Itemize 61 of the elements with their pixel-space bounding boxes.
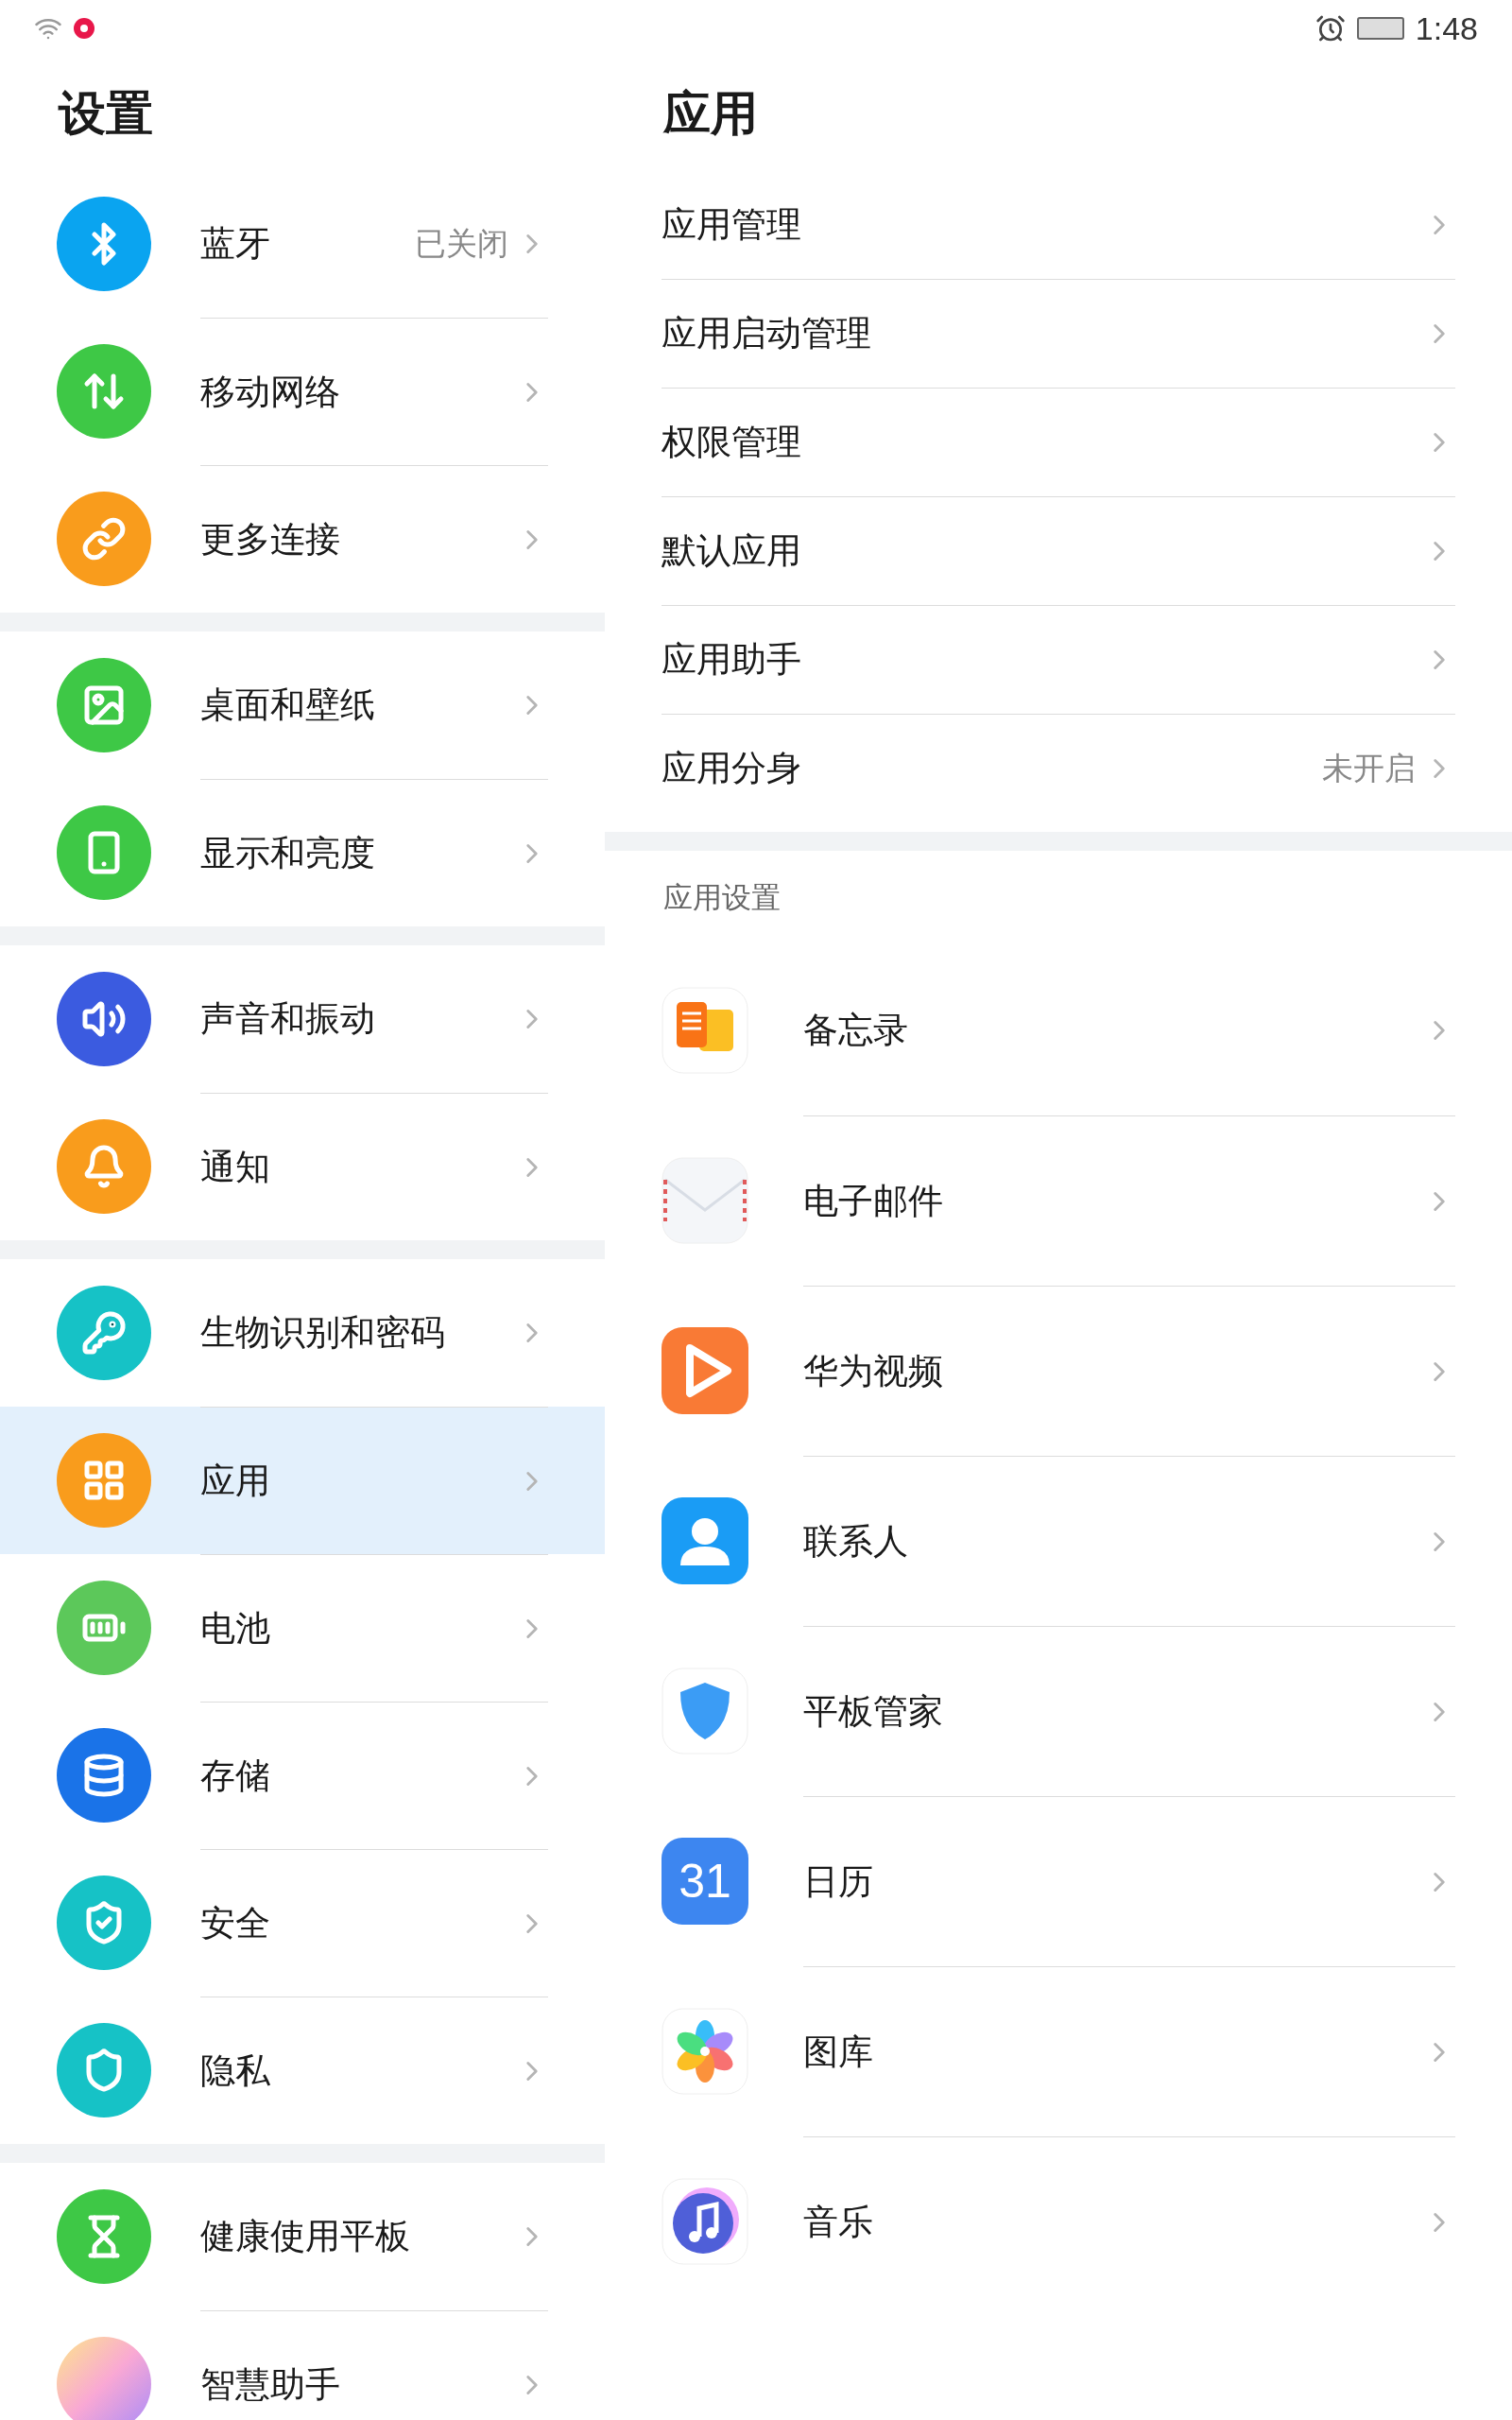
item-label: 显示和亮度 bbox=[200, 832, 376, 874]
item-label: 智慧助手 bbox=[200, 2363, 341, 2406]
app-label: 电子邮件 bbox=[803, 1180, 944, 1222]
item-label: 声音和振动 bbox=[200, 998, 376, 1041]
menu-row[interactable]: 应用助手 bbox=[662, 605, 1455, 714]
row-label: 应用启动管理 bbox=[662, 313, 872, 355]
alarm-icon bbox=[1314, 13, 1346, 43]
item-label: 蓝牙 bbox=[200, 223, 271, 266]
app-row[interactable]: 图库 bbox=[662, 1966, 1455, 2136]
row-label: 默认应用 bbox=[662, 530, 802, 573]
app-label: 华为视频 bbox=[803, 1350, 944, 1392]
item-label: 健康使用平板 bbox=[200, 2216, 411, 2258]
item-label: 隐私 bbox=[200, 2049, 271, 2092]
item-label: 应用 bbox=[200, 1460, 271, 1502]
menu-row[interactable]: 应用管理 bbox=[662, 170, 1455, 279]
app-row[interactable]: 华为视频 bbox=[662, 1286, 1455, 1456]
section-label: 应用设置 bbox=[663, 879, 781, 916]
item-label: 移动网络 bbox=[200, 371, 341, 413]
item-label: 存储 bbox=[200, 1754, 271, 1797]
person-icon bbox=[662, 1497, 748, 1584]
row-label: 权限管理 bbox=[662, 422, 802, 464]
notes-icon bbox=[662, 987, 748, 1074]
row-label: 应用助手 bbox=[662, 639, 802, 682]
item-label: 更多连接 bbox=[200, 518, 341, 561]
menu-row[interactable]: 权限管理 bbox=[662, 388, 1455, 496]
app-row[interactable]: 音乐 bbox=[662, 2136, 1455, 2307]
app-label: 平板管家 bbox=[803, 1690, 944, 1733]
menu-row[interactable]: 应用分身 未开启 bbox=[662, 714, 1455, 822]
app-row[interactable]: 电子邮件 bbox=[662, 1115, 1455, 1286]
menu-row[interactable]: 默认应用 bbox=[662, 496, 1455, 605]
app-row[interactable]: 备忘录 bbox=[662, 945, 1455, 1115]
app-row[interactable]: 联系人 bbox=[662, 1456, 1455, 1626]
row-label: 应用分身 bbox=[662, 748, 802, 790]
item-label: 电池 bbox=[200, 1607, 271, 1650]
sidebar-item[interactable]: 应用 bbox=[0, 1407, 605, 1554]
app-row[interactable]: 平板管家 bbox=[662, 1626, 1455, 1796]
app-label: 备忘录 bbox=[803, 1010, 909, 1052]
item-value: 已关闭 bbox=[415, 225, 508, 264]
sidebar-title: 设置 bbox=[59, 85, 153, 142]
app-label: 联系人 bbox=[803, 1520, 909, 1563]
play-icon bbox=[662, 1327, 748, 1414]
flower-icon bbox=[662, 2008, 748, 2095]
item-label: 桌面和壁纸 bbox=[200, 684, 376, 727]
item-label: 通知 bbox=[200, 1146, 271, 1188]
row-value: 未开启 bbox=[1322, 750, 1416, 788]
music-note-icon bbox=[662, 2178, 748, 2265]
app-label: 日历 bbox=[803, 1860, 874, 1903]
app-notification-icon bbox=[74, 18, 94, 39]
app-label: 音乐 bbox=[803, 2201, 874, 2243]
item-label: 生物识别和密码 bbox=[200, 1312, 446, 1355]
menu-row[interactable]: 应用启动管理 bbox=[662, 279, 1455, 388]
battery-status-icon bbox=[1356, 17, 1404, 40]
item-label: 安全 bbox=[200, 1902, 271, 1945]
app-label: 图库 bbox=[803, 2031, 874, 2073]
calendar-icon: 31 bbox=[662, 1838, 748, 1925]
envelope-icon bbox=[662, 1157, 748, 1244]
status-time: 1:48 bbox=[1415, 9, 1478, 48]
shield-icon bbox=[662, 1668, 748, 1754]
app-row[interactable]: 31 日历 bbox=[662, 1796, 1455, 1966]
row-label: 应用管理 bbox=[662, 203, 802, 246]
page-title: 应用 bbox=[663, 85, 758, 142]
